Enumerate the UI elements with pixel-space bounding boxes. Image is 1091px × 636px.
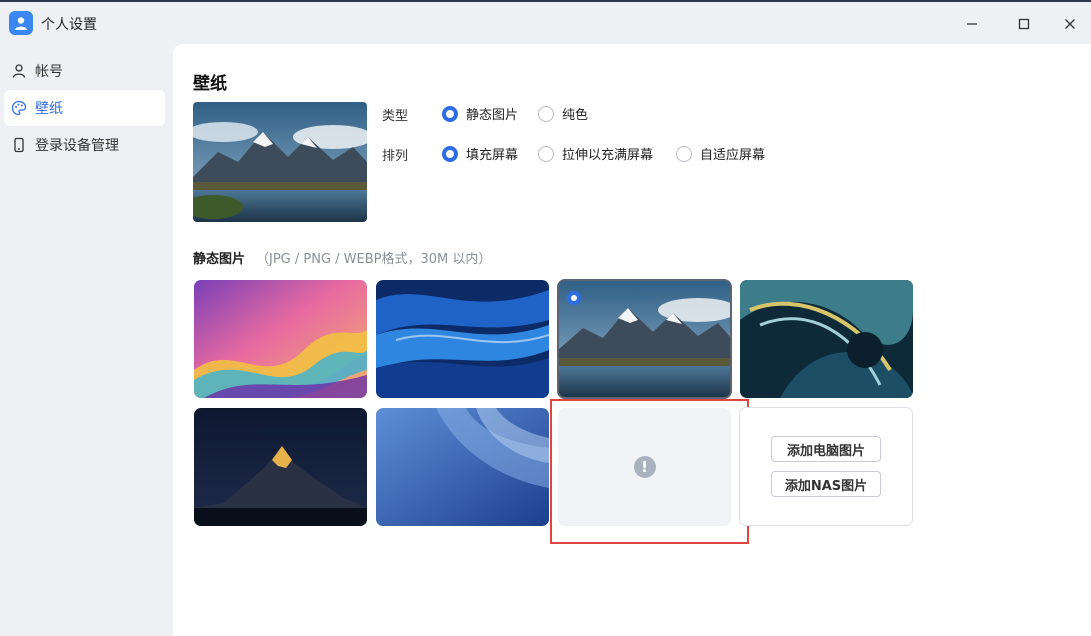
sidebar-item-label: 壁纸 — [35, 101, 63, 117]
sidebar-item-account[interactable]: 帐号 — [4, 53, 165, 89]
sidebar-item-devices[interactable]: 登录设备管理 — [4, 127, 165, 163]
sidebar: 帐号 壁纸 登录设备管理 — [0, 44, 173, 636]
radio-label: 静态图片 — [466, 108, 519, 123]
type-solid-color-radio[interactable]: 纯色 — [538, 104, 588, 123]
section-title: 静态图片 — [193, 252, 246, 267]
title-bar: 个人设置 — [0, 0, 1091, 44]
sidebar-item-wallpaper[interactable]: 壁纸 — [4, 90, 165, 126]
minimize-button[interactable] — [958, 10, 986, 38]
user-icon — [12, 64, 26, 78]
wallpaper-thumb-night-peak[interactable] — [194, 408, 367, 526]
add-nas-image-button[interactable]: 添加NAS图片 — [771, 471, 881, 497]
phone-icon — [14, 137, 24, 153]
current-wallpaper-preview — [193, 102, 367, 222]
arrange-label: 排列 — [382, 149, 409, 164]
section-note: （JPG / PNG / WEBP格式，30M 以内） — [256, 252, 492, 267]
close-button[interactable] — [1056, 10, 1084, 38]
wallpaper-thumb-blue-waves[interactable] — [376, 280, 549, 398]
wallpaper-thumb-teal-swirl[interactable] — [740, 280, 913, 398]
radio-checked-icon — [442, 145, 458, 162]
highlight-annotation — [550, 399, 749, 544]
main-panel: 壁纸 类型 静态图片 纯色 排列 填充屏幕 拉伸以充满屏幕 自适应屏幕 静态图片… — [173, 44, 1091, 636]
radio-unchecked-icon — [676, 145, 692, 162]
sidebar-item-label: 帐号 — [35, 64, 63, 80]
minimize-icon — [967, 23, 977, 25]
radio-label: 拉伸以充满屏幕 — [562, 148, 654, 163]
radio-label: 纯色 — [562, 108, 589, 123]
radio-checked-icon — [442, 105, 458, 122]
type-static-image-radio[interactable]: 静态图片 — [442, 104, 518, 123]
add-wallpaper-panel: 添加电脑图片 添加NAS图片 — [739, 407, 913, 526]
radio-unchecked-icon — [538, 145, 554, 162]
wallpaper-thumb-mountain-lake[interactable] — [557, 279, 732, 399]
close-icon — [1065, 19, 1075, 29]
type-label: 类型 — [382, 109, 409, 124]
radio-label: 填充屏幕 — [466, 148, 519, 163]
radio-unchecked-icon — [538, 105, 554, 122]
page-title: 壁纸 — [193, 74, 227, 94]
wallpaper-thumb-blue-gradient[interactable] — [376, 408, 549, 526]
app-user-icon — [9, 11, 33, 35]
wallpaper-thumb-rainbow[interactable] — [194, 280, 367, 398]
add-computer-image-button[interactable]: 添加电脑图片 — [771, 436, 881, 462]
palette-icon — [11, 100, 27, 116]
window-title: 个人设置 — [41, 17, 97, 33]
selected-indicator-icon — [567, 291, 581, 305]
maximize-button[interactable] — [1010, 10, 1038, 38]
arrange-fill-radio[interactable]: 填充屏幕 — [442, 144, 518, 163]
maximize-icon — [1018, 18, 1030, 30]
radio-label: 自适应屏幕 — [700, 148, 766, 163]
arrange-fit-radio[interactable]: 自适应屏幕 — [676, 144, 765, 163]
arrange-stretch-radio[interactable]: 拉伸以充满屏幕 — [538, 144, 653, 163]
sidebar-item-label: 登录设备管理 — [35, 138, 119, 154]
